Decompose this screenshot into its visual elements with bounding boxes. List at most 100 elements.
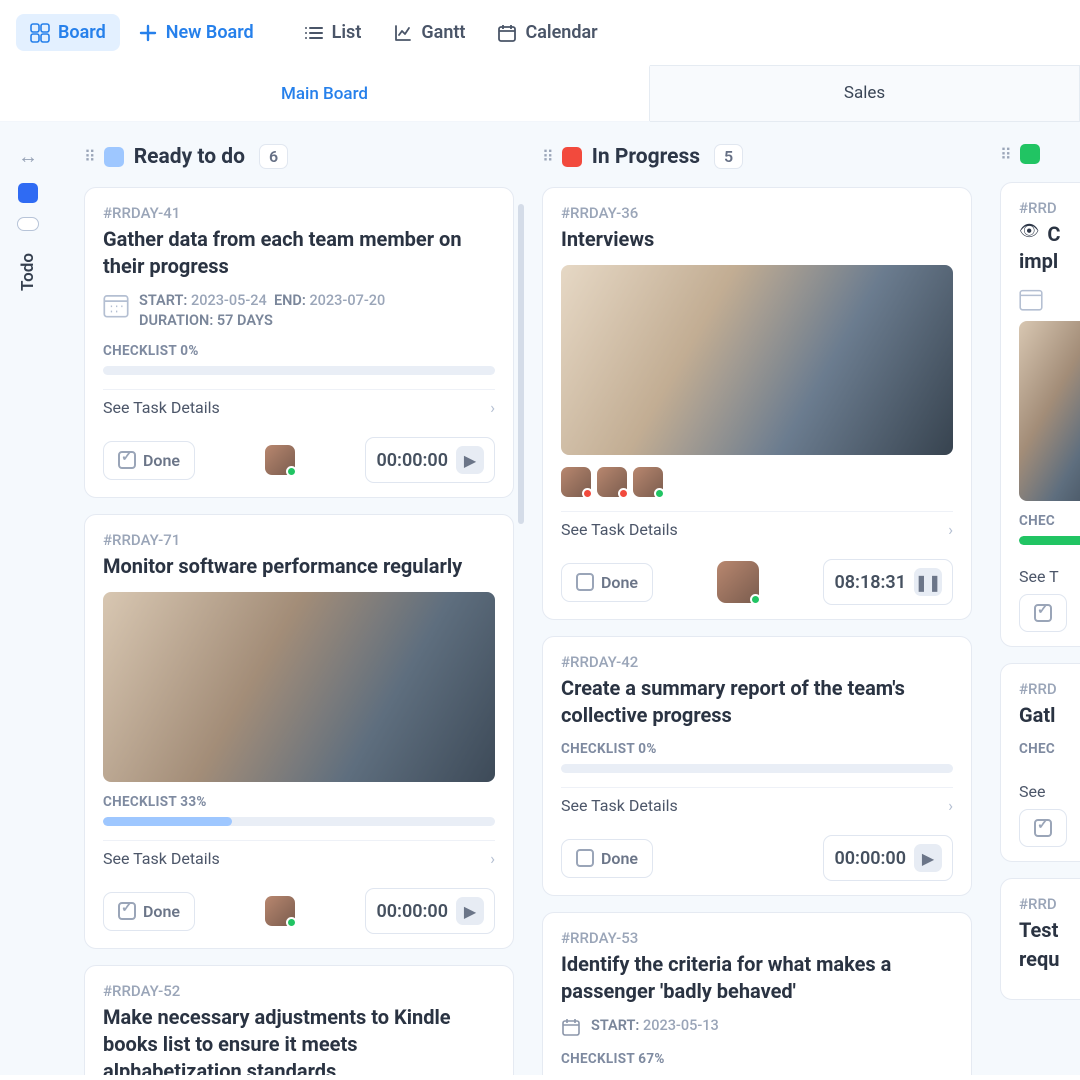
checklist-progress [103,817,495,826]
task-image [1019,321,1080,501]
checklist-label: CHECKLIST 0% [561,741,953,757]
task-image [103,592,495,782]
assignees[interactable] [717,561,759,603]
checklist-label: CHEC [1019,741,1080,757]
task-title: Gatl [1019,702,1080,729]
see-details[interactable]: See Task Details› [103,389,495,425]
task-id: #RRD [1019,199,1080,217]
rail-status-blue[interactable] [18,183,38,203]
avatar[interactable] [597,467,627,497]
checkbox-icon [576,849,594,867]
checkbox-icon [118,451,136,469]
view-calendar-label: Calendar [525,22,597,43]
column-ready: ⠿ Ready to do 6 #RRDAY-41 Gather data fr… [84,144,514,1075]
column-color-chip [104,147,124,167]
calendar-icon [497,23,517,43]
view-gantt-label: Gantt [421,22,465,43]
column-title: In Progress [592,145,700,169]
see-details[interactable]: See Task Details› [561,787,953,823]
done-button[interactable]: Done [561,839,653,878]
done-button[interactable]: Done [103,441,195,480]
timer: 08:18:31 ❚❚ [823,559,953,605]
gantt-icon [393,23,413,43]
timer: 00:00:00▶ [365,888,495,934]
status-dot [750,594,761,605]
see-details[interactable]: See [1019,764,1080,809]
task-card[interactable]: #RRD Test requ [1000,878,1080,1000]
assignees[interactable] [265,445,295,475]
task-card[interactable]: #RRDAY-52 Make necessary adjustments to … [84,965,514,1075]
assignees[interactable] [265,896,295,926]
grip-icon[interactable]: ⠿ [84,147,94,166]
task-id: #RRDAY-52 [103,982,495,1000]
task-id: #RRD [1019,680,1080,698]
done-button[interactable]: Done [561,563,653,602]
resize-handle-icon[interactable]: ↔ [18,144,38,169]
assignees-row [561,467,953,497]
avatar[interactable] [633,467,663,497]
checkbox-icon [1034,604,1052,622]
view-gantt[interactable]: Gantt [379,14,479,51]
pause-icon[interactable]: ❚❚ [914,568,942,596]
task-dates: START: 2023-05-24 END: 2023-07-20 DURATI… [103,292,495,329]
task-image [561,265,953,455]
task-card[interactable]: #RRDAY-36 Interviews See Task Details› D… [542,187,972,620]
status-dot [618,488,629,499]
column-inprogress: ⠿ In Progress 5 #RRDAY-36 Interviews See… [542,144,972,1075]
column-header[interactable]: ⠿ Ready to do 6 [84,144,514,169]
see-details[interactable]: See Task Details› [561,511,953,547]
task-dates: START: 2023-05-13 [561,1017,953,1037]
avatar[interactable] [265,896,295,926]
see-details[interactable]: See T [1019,559,1080,594]
checkbox-icon [118,902,136,920]
column-header[interactable]: ⠿ In Progress 5 [542,144,972,169]
task-card[interactable]: #RRD Gatl CHEC See [1000,663,1080,862]
avatar[interactable] [265,445,295,475]
play-icon[interactable]: ▶ [456,446,484,474]
timer-value: 00:00:00 [834,848,906,869]
done-button[interactable] [1019,594,1067,632]
calendar-grid-icon [103,292,129,318]
checklist-label: CHEC [1019,513,1080,529]
rail-label: Todo [18,253,38,291]
done-button[interactable] [1019,809,1067,847]
column-header[interactable]: ⠿ [1000,144,1080,164]
play-icon[interactable]: ▶ [456,897,484,925]
grip-icon[interactable]: ⠿ [1000,145,1010,164]
avatar[interactable] [561,467,591,497]
column-color-chip [562,147,582,167]
done-button[interactable]: Done [103,892,195,931]
chevron-right-icon: › [948,796,953,815]
scrollbar[interactable] [518,204,524,524]
task-card[interactable]: #RRD 👁C impl CHEC See T [1000,182,1080,647]
side-rail: ↔ Todo [0,122,56,1075]
task-id: #RRD [1019,895,1080,913]
view-list[interactable]: List [290,14,376,51]
view-board[interactable]: Board [16,14,120,51]
grip-icon[interactable]: ⠿ [542,147,552,166]
status-dot [654,488,665,499]
see-details[interactable]: See Task Details› [103,840,495,876]
task-card[interactable]: #RRDAY-71 Monitor software performance r… [84,514,514,949]
task-title: Gather data from each team member on the… [103,226,495,280]
new-board-button[interactable]: New Board [124,14,268,51]
task-title: Monitor software performance regularly [103,553,495,580]
task-card[interactable]: #RRDAY-42 Create a summary report of the… [542,636,972,896]
view-calendar[interactable]: Calendar [483,14,611,51]
task-title: C [1047,221,1060,248]
checkbox-icon [1034,819,1052,837]
calendar-icon [561,1017,581,1037]
checklist-label: CHECKLIST 0% [103,343,495,359]
avatar[interactable] [717,561,759,603]
timer-value: 08:18:31 [834,572,906,593]
play-icon[interactable]: ▶ [914,844,942,872]
board-tabs: Main Board Sales [0,65,1080,122]
tab-main-board[interactable]: Main Board [0,65,650,121]
chevron-right-icon: › [490,849,495,868]
column-count: 6 [259,144,288,169]
checklist-label: CHECKLIST 33% [103,794,495,810]
task-card[interactable]: #RRDAY-41 Gather data from each team mem… [84,187,514,498]
task-card[interactable]: #RRDAY-53 Identify the criteria for what… [542,912,972,1075]
tab-sales[interactable]: Sales [650,66,1080,122]
rail-status-pill[interactable] [17,217,39,231]
